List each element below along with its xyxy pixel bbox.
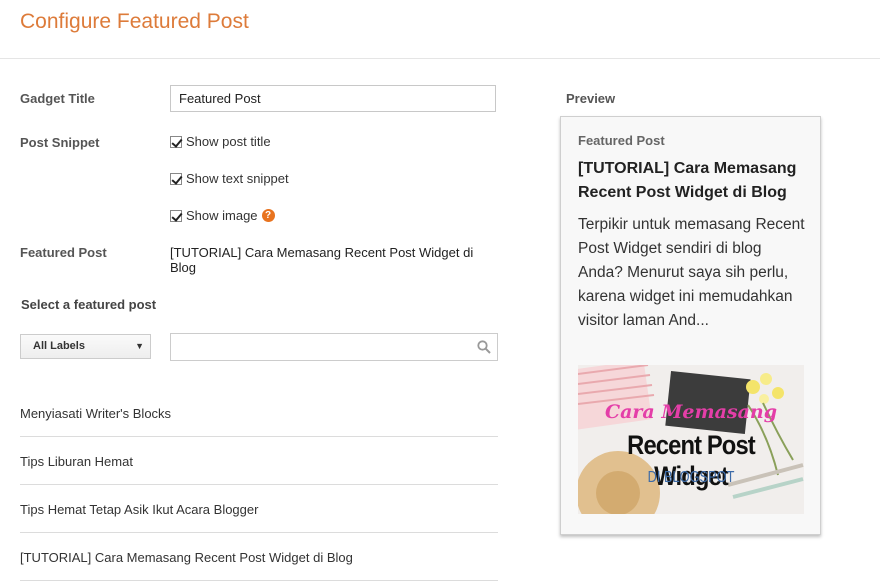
featured-post-value: [TUTORIAL] Cara Memasang Recent Post Wid…	[170, 245, 474, 275]
show-image-label: Show image	[186, 208, 258, 223]
show-text-snippet-label: Show text snippet	[186, 171, 289, 186]
post-list-item[interactable]: Tips Liburan Hemat	[20, 437, 498, 485]
show-text-snippet-option[interactable]: Show text snippet	[170, 171, 289, 186]
thumbnail-text-line1: Cara Memasang	[604, 401, 777, 423]
search-icon[interactable]	[477, 340, 491, 354]
labels-dropdown-value: All Labels	[33, 340, 85, 352]
page-header: Configure Featured Post	[0, 0, 880, 59]
post-search-input[interactable]	[170, 333, 498, 361]
help-icon[interactable]: ?	[261, 209, 275, 222]
show-text-snippet-checkbox[interactable]	[170, 172, 182, 185]
select-featured-post-label: Select a featured post	[21, 297, 157, 312]
post-list-item[interactable]: [TUTORIAL] Cara Memasang Recent Post Wid…	[20, 533, 498, 581]
preview-widget-title: Featured Post	[578, 133, 665, 148]
featured-post-label: Featured Post	[20, 245, 107, 260]
gadget-title-input[interactable]: Featured Post	[170, 85, 496, 112]
thumbnail-text-line3: DI BLOGSPOT	[647, 469, 735, 486]
show-image-option[interactable]: Show image ?	[170, 208, 275, 223]
show-image-checkbox[interactable]	[170, 209, 182, 222]
show-post-title-option[interactable]: Show post title	[170, 134, 271, 149]
post-list-item[interactable]: Menyiasati Writer's Blocks	[20, 389, 498, 437]
preview-thumbnail[interactable]: Cara Memasang Recent Post Widget DI BLOG…	[578, 365, 804, 514]
show-post-title-label: Show post title	[186, 134, 271, 149]
preview-snippet: Terpikir untuk memasang Recent Post Widg…	[578, 216, 805, 329]
preview-card: Featured Post [TUTORIAL] Cara Memasang R…	[560, 116, 821, 535]
labels-dropdown[interactable]: All Labels ▼	[20, 334, 151, 359]
dropdown-arrow-icon: ▼	[135, 341, 144, 351]
page-title: Configure Featured Post	[20, 10, 249, 33]
preview-label: Preview	[566, 91, 616, 106]
post-list-item[interactable]: Tips Hemat Tetap Asik Ikut Acara Blogger	[20, 485, 498, 533]
post-list: Menyiasati Writer's Blocks Tips Liburan …	[20, 389, 498, 581]
post-snippet-label: Post Snippet	[20, 135, 100, 150]
gadget-title-label: Gadget Title	[20, 91, 95, 106]
preview-post-title[interactable]: [TUTORIAL] Cara Memasang Recent Post Wid…	[578, 157, 806, 205]
show-post-title-checkbox[interactable]	[170, 135, 182, 148]
